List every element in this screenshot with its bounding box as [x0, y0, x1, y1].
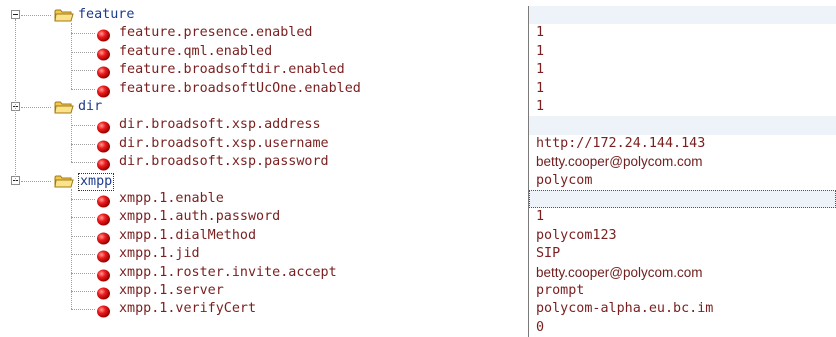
tree-connector: [71, 291, 95, 292]
tree-connector: [21, 15, 51, 16]
value-cell[interactable]: http://172.24.144.143: [529, 135, 836, 153]
tree-connector: [71, 199, 95, 200]
value-cell[interactable]: 1: [529, 208, 836, 226]
parameter-label[interactable]: xmpp.1.auth.password: [119, 208, 280, 226]
value-cell[interactable]: polycom123: [529, 227, 836, 245]
tree-folder-xmpp[interactable]: xmpp: [0, 172, 520, 191]
value-cell[interactable]: [529, 190, 836, 209]
red-bullet-icon: [96, 27, 111, 42]
parameter-label[interactable]: dir.broadsoft.xsp.address: [119, 116, 321, 134]
parameter-label[interactable]: feature.broadsoftUcOne.enabled: [119, 80, 361, 98]
parameter-label[interactable]: feature.broadsoftdir.enabled: [119, 61, 345, 79]
tree-parameter-item[interactable]: dir.broadsoft.xsp.password: [0, 153, 520, 171]
parameter-label[interactable]: dir.broadsoft.xsp.username: [119, 135, 329, 153]
folder-icon: [54, 174, 74, 189]
red-bullet-icon: [96, 267, 111, 282]
tree-connector: [71, 115, 72, 163]
red-bullet-icon: [96, 46, 111, 61]
tree-folder-feature[interactable]: feature: [0, 6, 520, 24]
tree-parameter-item[interactable]: dir.broadsoft.xsp.address: [0, 116, 520, 134]
folder-label[interactable]: xmpp: [78, 172, 115, 191]
tree-parameter-item[interactable]: feature.qml.enabled: [0, 43, 520, 61]
tree-parameter-item[interactable]: xmpp.1.server: [0, 282, 520, 300]
tree-connector: [71, 309, 95, 311]
tree-parameter-item[interactable]: xmpp.1.verifyCert: [0, 300, 520, 318]
tree-connector: [71, 70, 95, 72]
folder-label[interactable]: dir: [78, 98, 102, 116]
tree-parameter-item[interactable]: xmpp.1.jid: [0, 245, 520, 263]
parameter-label[interactable]: xmpp.1.server: [119, 282, 224, 300]
red-bullet-icon: [96, 64, 111, 79]
tree-parameter-item[interactable]: xmpp.1.auth.password: [0, 208, 520, 226]
tree-parameter-item[interactable]: feature.presence.enabled: [0, 24, 520, 42]
tree-connector: [15, 19, 16, 181]
parameter-label[interactable]: feature.qml.enabled: [119, 43, 272, 61]
tree-connector: [71, 51, 95, 53]
red-bullet-icon: [96, 285, 111, 300]
value-cell[interactable]: polycom: [529, 172, 836, 190]
red-bullet-icon: [96, 156, 111, 171]
value-cell[interactable]: betty.cooper@polycom.com: [529, 153, 836, 171]
tree-connector: [71, 88, 95, 90]
value-cell[interactable]: 0: [529, 319, 836, 337]
tree-folder-dir[interactable]: dir: [0, 98, 520, 116]
value-cell[interactable]: 1: [529, 80, 836, 98]
value-cell[interactable]: 1: [529, 98, 836, 116]
red-bullet-icon: [96, 193, 111, 208]
tree-connector: [71, 235, 95, 237]
value-cell[interactable]: SIP: [529, 245, 836, 263]
tree-connector: [21, 107, 51, 108]
parameter-tree: feature feature.presence.enabled feature.q…: [0, 0, 520, 337]
tree-connector: [71, 254, 95, 256]
red-bullet-icon: [96, 230, 111, 245]
tree-connector: [21, 180, 51, 182]
folder-icon: [54, 8, 74, 23]
tree-parameter-item[interactable]: feature.broadsoftUcOne.enabled: [0, 80, 520, 98]
value-cell[interactable]: polycom-alpha.eu.bc.im: [529, 300, 836, 318]
parameter-label[interactable]: xmpp.1.roster.invite.accept: [119, 264, 337, 282]
red-bullet-icon: [96, 211, 111, 226]
collapse-minus-icon[interactable]: [11, 10, 20, 19]
parameter-label[interactable]: xmpp.1.verifyCert: [119, 300, 256, 318]
tree-connector: [71, 188, 72, 310]
red-bullet-icon: [96, 248, 111, 263]
tree-connector: [71, 272, 95, 274]
tree-connector: [71, 143, 95, 145]
parameter-label[interactable]: xmpp.1.jid: [119, 245, 200, 263]
tree-connector: [71, 217, 95, 219]
folder-icon: [54, 100, 74, 115]
value-cell[interactable]: 1: [529, 24, 836, 42]
parameter-label[interactable]: xmpp.1.enable: [119, 190, 224, 208]
parameter-label[interactable]: dir.broadsoft.xsp.password: [119, 153, 329, 171]
parameter-label[interactable]: xmpp.1.dialMethod: [119, 227, 256, 245]
tree-connector: [71, 33, 95, 35]
value-cell[interactable]: [529, 6, 836, 25]
red-bullet-icon: [96, 303, 111, 318]
tree-connector: [71, 23, 72, 89]
red-bullet-icon: [96, 83, 111, 98]
tree-connector: [71, 162, 95, 164]
folder-label[interactable]: feature: [78, 6, 134, 24]
value-cell[interactable]: 1: [529, 43, 836, 61]
value-cell[interactable]: [529, 116, 836, 135]
tree-parameter-item[interactable]: feature.broadsoftdir.enabled: [0, 61, 520, 79]
value-cell[interactable]: 1: [529, 61, 836, 79]
parameter-label[interactable]: feature.presence.enabled: [119, 24, 312, 42]
value-cell[interactable]: prompt: [529, 282, 836, 300]
red-bullet-icon: [96, 119, 111, 134]
red-bullet-icon: [96, 138, 111, 153]
value-column: 1 1 1 1 1 http://172.24.144.143 betty.cooper@p…: [529, 0, 836, 337]
tree-parameter-item[interactable]: xmpp.1.roster.invite.accept: [0, 264, 520, 282]
tree-parameter-item[interactable]: xmpp.1.dialMethod: [0, 227, 520, 245]
tree-parameter-item[interactable]: dir.broadsoft.xsp.username: [0, 135, 520, 153]
value-cell[interactable]: betty.cooper@polycom.com: [529, 264, 836, 282]
tree-connector: [71, 125, 95, 127]
tree-parameter-item[interactable]: xmpp.1.enable: [0, 190, 520, 208]
